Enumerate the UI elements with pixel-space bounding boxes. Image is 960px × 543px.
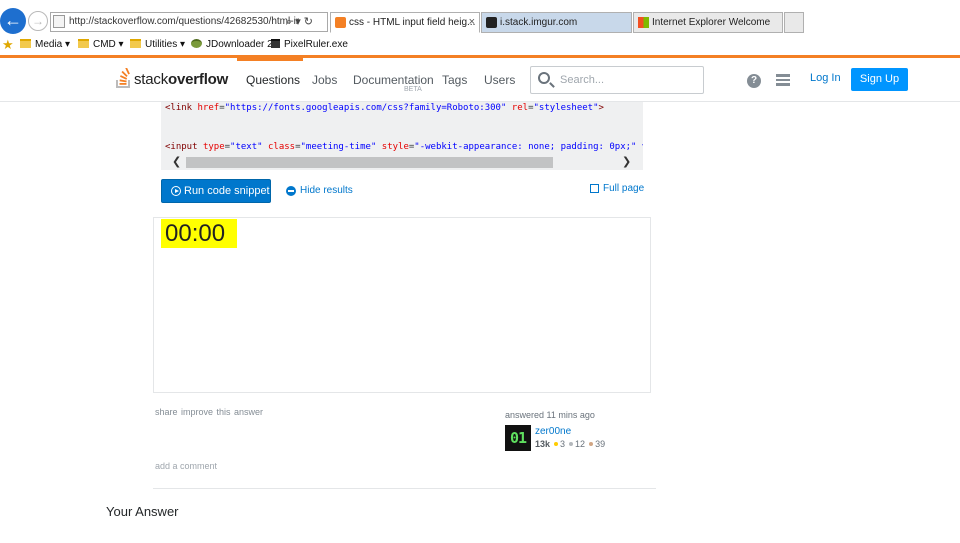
tab-label: css - HTML input field heig... xyxy=(349,17,476,28)
code-line: <input type="text" class="meeting-time" … xyxy=(165,142,643,152)
silver-badge-count: 12 xyxy=(575,439,586,449)
answered-timestamp: answered 11 mins ago xyxy=(505,410,595,420)
help-icon[interactable]: ? xyxy=(747,74,761,88)
hide-results-link[interactable]: Hide results xyxy=(300,185,353,196)
reputation-score: 13k xyxy=(535,439,551,449)
horizontal-scrollbar-thumb[interactable] xyxy=(186,157,553,168)
search-input[interactable]: Search... xyxy=(530,66,704,94)
add-comment-link[interactable]: add a comment xyxy=(155,461,217,471)
search-icon xyxy=(538,72,550,84)
nav-questions[interactable]: Questions xyxy=(246,73,300,87)
post-menu[interactable]: share improve this answer xyxy=(155,407,263,417)
new-tab-button[interactable] xyxy=(784,12,804,33)
site-switcher-menu-icon[interactable] xyxy=(776,74,790,86)
address-tools[interactable]: ⌕ ▾ ↻ xyxy=(286,12,328,32)
scroll-left-icon[interactable]: ❮ xyxy=(172,155,181,168)
avatar[interactable]: 01 xyxy=(505,425,531,451)
bronze-badge-count: 39 xyxy=(595,439,606,449)
expand-icon[interactable] xyxy=(590,184,599,193)
tab-label: i.stack.imgur.com xyxy=(500,17,578,28)
tab-label: Internet Explorer Welcome xyxy=(652,17,771,28)
bronze-badge-icon xyxy=(589,442,594,446)
section-divider xyxy=(153,488,656,489)
active-nav-indicator xyxy=(237,58,303,61)
jdownloader-icon xyxy=(191,39,202,48)
pixelruler-icon xyxy=(271,39,280,48)
favorite-cmd[interactable]: CMD ▾ xyxy=(78,34,124,55)
favorite-pixelruler[interactable]: PixelRuler.exe xyxy=(271,34,348,55)
stackoverflow-favicon-icon xyxy=(335,17,346,28)
result-divider xyxy=(161,217,643,218)
gold-badge-count: 3 xyxy=(560,439,566,449)
user-name-link[interactable]: zer00ne xyxy=(535,426,571,437)
beta-badge: BETA xyxy=(404,86,422,93)
stackoverflow-logo-icon xyxy=(116,68,130,88)
nav-tags[interactable]: Tags xyxy=(442,73,467,87)
gold-badge-icon xyxy=(554,442,559,446)
full-page-link[interactable]: Full page xyxy=(603,183,644,194)
nav-documentation[interactable]: Documentation xyxy=(353,73,434,87)
your-answer-heading: Your Answer xyxy=(106,504,179,519)
favorites-star-icon[interactable]: ★ xyxy=(2,34,14,55)
meeting-time-input[interactable]: 00:00 xyxy=(161,219,237,248)
code-line: <link href="https://fonts.googleapis.com… xyxy=(165,103,604,113)
nav-jobs[interactable]: Jobs xyxy=(312,73,337,87)
signup-button[interactable]: Sign Up xyxy=(851,68,908,91)
folder-icon xyxy=(78,39,89,48)
back-arrow-icon[interactable]: ← xyxy=(0,8,26,34)
login-link[interactable]: Log In xyxy=(810,72,841,84)
favorites-bar: ★ Media ▾ CMD ▾ Utilities ▾ JDownloader … xyxy=(0,34,960,55)
imgur-favicon-icon xyxy=(486,17,497,28)
tab-ie-welcome[interactable]: Internet Explorer Welcome xyxy=(633,12,783,33)
hide-results-icon[interactable] xyxy=(286,186,296,196)
silver-badge-icon xyxy=(569,442,574,446)
folder-icon xyxy=(20,39,31,48)
windows-favicon-icon xyxy=(638,17,649,28)
forward-arrow-icon[interactable]: → xyxy=(28,11,48,31)
close-tab-icon[interactable]: × xyxy=(469,13,475,32)
tab-imgur[interactable]: i.stack.imgur.com xyxy=(481,12,632,33)
play-icon xyxy=(171,186,181,196)
scroll-right-icon[interactable]: ❯ xyxy=(622,155,631,168)
page-icon xyxy=(53,15,65,28)
nav-users[interactable]: Users xyxy=(484,73,515,87)
folder-icon xyxy=(130,39,141,48)
favorite-jdownloader[interactable]: JDownloader 2 xyxy=(191,34,273,55)
favorite-utilities[interactable]: Utilities ▾ xyxy=(130,34,185,55)
favorite-media[interactable]: Media ▾ xyxy=(20,34,70,55)
user-reputation: 13k 3 12 39 xyxy=(535,439,605,449)
tab-stackoverflow[interactable]: css - HTML input field heig... × xyxy=(330,12,480,33)
stackoverflow-logo[interactable]: stackoverflow xyxy=(116,68,228,92)
